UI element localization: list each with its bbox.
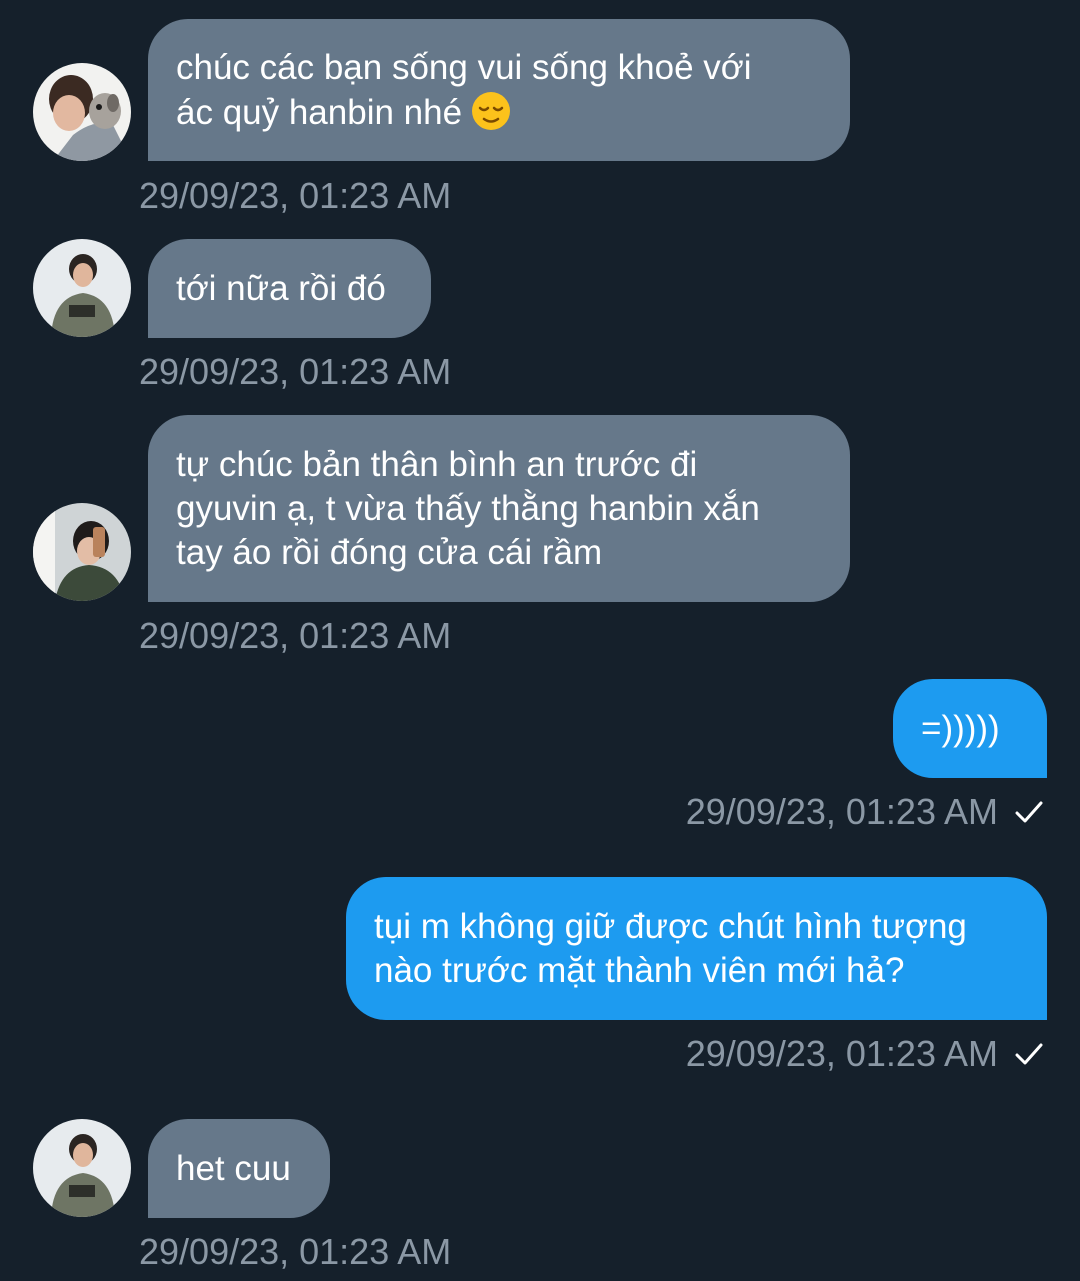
message-text: gyuvin ạ, t vừa thấy thằng hanbin xắn (176, 488, 760, 528)
message-timestamp: 29/09/23, 01:23 AM (139, 351, 452, 392)
sender-avatar[interactable] (33, 503, 131, 601)
message-text: tụi m không giữ được chút hình tượng (374, 906, 967, 946)
message-timestamp-row: 29/09/23, 01:23 AM (686, 1034, 1046, 1074)
message-text: ác quỷ hanbin nhé (176, 92, 463, 132)
message-text: tới nữa rồi đó (176, 268, 386, 308)
message-text: nào trước mặt thành viên mới hả? (374, 950, 905, 990)
conversation-thread: chúc các bạn sống vui sống khoẻ với ác q… (0, 0, 1080, 1281)
message-timestamp: 29/09/23, 01:23 AM (139, 615, 452, 656)
message-text: tay áo rồi đóng cửa cái rầm (176, 532, 603, 572)
sender-avatar[interactable] (33, 63, 131, 161)
message-bubble[interactable]: het cuu (148, 1119, 330, 1218)
message-bubble[interactable]: tới nữa rồi đó (148, 239, 431, 338)
message-timestamp: 29/09/23, 01:23 AM (685, 791, 998, 832)
message-bubble[interactable]: tụi m không giữ được chút hình tượng nào… (346, 877, 1047, 1020)
check-icon (1012, 795, 1046, 829)
message-text: tự chúc bản thân bình an trước đi (176, 444, 698, 484)
message-text: chúc các bạn sống vui sống khoẻ với (176, 47, 752, 87)
message-timestamp-row: 29/09/23, 01:23 AM (686, 792, 1046, 832)
relieved-face-icon (470, 90, 512, 132)
message-text: =))))) (921, 708, 1000, 748)
message-bubble[interactable]: chúc các bạn sống vui sống khoẻ với ác q… (148, 19, 850, 161)
message-timestamp: 29/09/23, 01:23 AM (685, 1033, 998, 1074)
message-text: het cuu (176, 1148, 291, 1188)
message-bubble[interactable]: =))))) (893, 679, 1047, 778)
sender-avatar[interactable] (33, 1119, 131, 1217)
message-timestamp: 29/09/23, 01:23 AM (139, 175, 452, 216)
message-bubble[interactable]: tự chúc bản thân bình an trước đi gyuvin… (148, 415, 850, 602)
message-timestamp: 29/09/23, 01:23 AM (139, 1231, 452, 1272)
sender-avatar[interactable] (33, 239, 131, 337)
check-icon (1012, 1037, 1046, 1071)
